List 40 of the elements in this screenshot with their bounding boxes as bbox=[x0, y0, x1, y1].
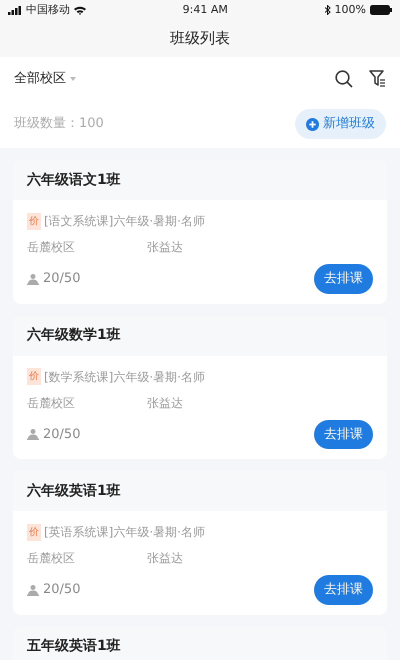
battery-icon bbox=[370, 5, 392, 15]
enrollment-count: 20/50 bbox=[43, 581, 80, 599]
price-tag: 价 bbox=[27, 212, 41, 230]
course-info: [英语系统课]六年级·暑期·名师 bbox=[44, 524, 205, 541]
teacher-name: 张益达 bbox=[147, 239, 183, 256]
course-info: [语文系统课]六年级·暑期·名师 bbox=[44, 213, 205, 230]
class-name: 六年级数学1班 bbox=[27, 326, 121, 345]
bluetooth-icon bbox=[324, 5, 331, 15]
enrollment-count: 20/50 bbox=[43, 426, 80, 444]
plus-circle-icon bbox=[306, 118, 319, 130]
clock-time: 9:41 AM bbox=[182, 2, 228, 18]
schedule-button[interactable]: 去排课 bbox=[314, 420, 373, 449]
caret-icon bbox=[70, 76, 76, 80]
course-info: [数学系统课]六年级·暑期·名师 bbox=[44, 368, 205, 386]
class-name: 六年级英语1班 bbox=[27, 482, 121, 500]
signal-icon bbox=[8, 6, 22, 14]
schedule-button[interactable]: 去排课 bbox=[314, 264, 373, 294]
search-icon[interactable] bbox=[335, 70, 353, 88]
class-count: 班级数量：100 bbox=[14, 115, 104, 134]
campus-dropdown[interactable]: 全部校区 bbox=[14, 68, 76, 88]
battery-percent: 100% bbox=[334, 2, 366, 18]
teacher-name: 张益达 bbox=[147, 550, 183, 567]
page-title: 班级列表 bbox=[170, 28, 230, 50]
price-tag: 价 bbox=[27, 368, 41, 385]
person-icon bbox=[27, 272, 39, 285]
add-class-button[interactable]: 新增班级 bbox=[295, 109, 386, 139]
teacher-name: 张益达 bbox=[147, 394, 183, 412]
filter-icon[interactable] bbox=[369, 70, 386, 87]
carrier-name: 中国移动 bbox=[26, 2, 70, 18]
schedule-button[interactable]: 去排课 bbox=[314, 575, 373, 604]
person-icon bbox=[27, 428, 39, 440]
wifi-icon bbox=[74, 6, 86, 14]
person-icon bbox=[27, 584, 39, 596]
enrollment-count: 20/50 bbox=[43, 270, 80, 288]
class-name: 六年级语文1班 bbox=[27, 170, 121, 190]
campus-name: 岳麓校区 bbox=[27, 394, 76, 412]
campus-name: 岳麓校区 bbox=[27, 239, 76, 256]
campus-name: 岳麓校区 bbox=[27, 550, 76, 567]
class-name: 五年级英语1班 bbox=[27, 637, 121, 656]
price-tag: 价 bbox=[27, 524, 41, 540]
